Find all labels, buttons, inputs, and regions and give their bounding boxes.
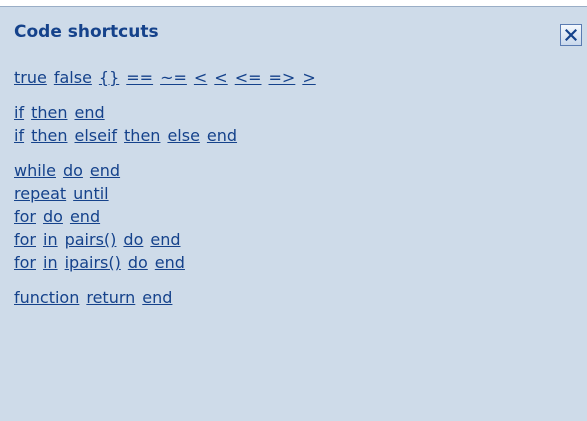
shortcut-link[interactable]: for bbox=[14, 230, 36, 249]
shortcut-link[interactable]: end bbox=[150, 230, 180, 249]
shortcut-link[interactable]: < bbox=[194, 68, 207, 87]
shortcut-link[interactable]: then bbox=[31, 103, 67, 122]
shortcut-line: repeat until bbox=[14, 182, 323, 205]
shortcut-link[interactable]: end bbox=[142, 288, 172, 307]
shortcut-link[interactable]: if bbox=[14, 126, 24, 145]
close-button[interactable] bbox=[560, 24, 582, 46]
shortcut-line: if then elseif then else end bbox=[14, 124, 323, 147]
shortcut-link[interactable]: do bbox=[128, 253, 148, 272]
shortcut-link[interactable]: while bbox=[14, 161, 56, 180]
shortcut-link[interactable]: => bbox=[269, 68, 296, 87]
shortcut-link[interactable]: for bbox=[14, 253, 36, 272]
shortcut-link[interactable]: then bbox=[124, 126, 160, 145]
shortcut-link[interactable]: repeat bbox=[14, 184, 66, 203]
shortcut-link[interactable]: do bbox=[63, 161, 83, 180]
shortcut-link[interactable]: in bbox=[43, 253, 58, 272]
shortcut-link[interactable]: return bbox=[86, 288, 135, 307]
shortcut-link[interactable]: do bbox=[43, 207, 63, 226]
shortcut-line: for in pairs() do end bbox=[14, 228, 323, 251]
shortcut-link[interactable]: ipairs() bbox=[65, 253, 121, 272]
shortcut-link[interactable]: then bbox=[31, 126, 67, 145]
shortcut-link[interactable]: elseif bbox=[74, 126, 117, 145]
shortcut-link[interactable]: pairs() bbox=[65, 230, 117, 249]
close-icon bbox=[565, 29, 577, 41]
shortcut-link[interactable]: if bbox=[14, 103, 24, 122]
shortcut-link[interactable]: function bbox=[14, 288, 79, 307]
shortcut-link[interactable]: == bbox=[126, 68, 153, 87]
shortcut-link[interactable]: end bbox=[207, 126, 237, 145]
shortcut-link[interactable]: end bbox=[90, 161, 120, 180]
shortcut-link[interactable]: end bbox=[74, 103, 104, 122]
shortcut-lines: true false{} == ~= < < <= => > if then end if then els… bbox=[14, 66, 323, 309]
shortcut-line: true false {} == ~= < < <= => > bbox=[14, 66, 323, 89]
shortcut-line: for do end bbox=[14, 205, 323, 228]
shortcut-link[interactable]: > bbox=[302, 68, 315, 87]
shortcut-line: if then end bbox=[14, 101, 323, 124]
shortcut-link[interactable]: until bbox=[73, 184, 108, 203]
shortcut-link[interactable]: true bbox=[14, 68, 47, 87]
shortcut-link[interactable]: < bbox=[214, 68, 227, 87]
shortcut-link[interactable]: ~= bbox=[160, 68, 187, 87]
panel-title: Code shortcuts bbox=[14, 22, 159, 42]
shortcut-link[interactable]: end bbox=[155, 253, 185, 272]
shortcut-link[interactable]: do bbox=[123, 230, 143, 249]
shortcut-line: for in ipairs() do end bbox=[14, 251, 323, 274]
shortcut-line: while do end bbox=[14, 159, 323, 182]
code-shortcuts-panel: Code shortcuts true false{} == ~= < < <= => > if t… bbox=[0, 6, 587, 421]
shortcut-link[interactable]: for bbox=[14, 207, 36, 226]
shortcut-link[interactable]: else bbox=[167, 126, 199, 145]
shortcut-link[interactable]: false bbox=[54, 68, 92, 87]
shortcut-link[interactable]: <= bbox=[235, 68, 262, 87]
shortcut-link[interactable]: in bbox=[43, 230, 58, 249]
shortcut-link[interactable]: {} bbox=[99, 68, 119, 87]
shortcut-link[interactable]: end bbox=[70, 207, 100, 226]
shortcut-line: function return end bbox=[14, 286, 323, 309]
